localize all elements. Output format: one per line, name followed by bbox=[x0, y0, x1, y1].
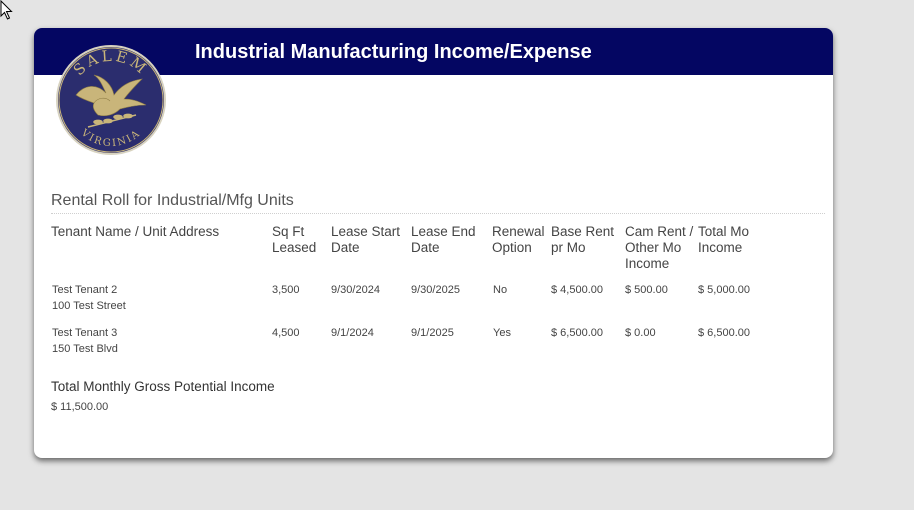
column-header-tenant: Tenant Name / Unit Address bbox=[51, 224, 220, 239]
column-header-sqft: Sq Ft Leased bbox=[272, 224, 317, 255]
income-expense-card: Industrial Manufacturing Income/Expense … bbox=[34, 28, 833, 458]
rental-roll-heading: Rental Roll for Industrial/Mfg Units bbox=[51, 192, 294, 209]
tenant-name: Test Tenant 3 bbox=[52, 327, 118, 339]
column-header-renewal: Renewal Option bbox=[492, 224, 545, 255]
renewal-cell: Yes bbox=[493, 327, 511, 339]
tenant-address: 100 Test Street bbox=[52, 300, 126, 312]
column-header-cam-rent: Cam Rent / Other Mo Income bbox=[625, 224, 694, 271]
total-mo-cell: $ 6,500.00 bbox=[698, 327, 750, 339]
base-rent-cell: $ 6,500.00 bbox=[551, 327, 603, 339]
column-header-lease-end: Lease End Date bbox=[411, 224, 476, 255]
tenant-address: 150 Test Blvd bbox=[52, 343, 118, 355]
total-income-label: Total Monthly Gross Potential Income bbox=[51, 379, 275, 394]
total-income-value: $ 11,500.00 bbox=[51, 401, 109, 413]
tenant-cell: Test Tenant 3 150 Test Blvd bbox=[52, 325, 118, 357]
sqft-cell: 4,500 bbox=[272, 327, 300, 339]
base-rent-cell: $ 4,500.00 bbox=[551, 284, 603, 296]
column-header-base-rent: Base Rent pr Mo bbox=[551, 224, 615, 255]
total-mo-cell: $ 5,000.00 bbox=[698, 284, 750, 296]
salem-virginia-seal-icon: SALEM VIRGINIA bbox=[56, 45, 166, 155]
section-divider bbox=[51, 213, 825, 214]
cam-rent-cell: $ 500.00 bbox=[625, 284, 668, 296]
column-header-total-mo: Total Mo Income bbox=[698, 224, 750, 255]
page-title: Industrial Manufacturing Income/Expense bbox=[195, 41, 592, 63]
tenant-name: Test Tenant 2 bbox=[52, 284, 118, 296]
sqft-cell: 3,500 bbox=[272, 284, 300, 296]
column-header-lease-start: Lease Start Date bbox=[331, 224, 401, 255]
lease-start-cell: 9/30/2024 bbox=[331, 284, 380, 296]
renewal-cell: No bbox=[493, 284, 508, 296]
mouse-pointer-icon bbox=[0, 0, 13, 20]
lease-start-cell: 9/1/2024 bbox=[331, 327, 374, 339]
cam-rent-cell: $ 0.00 bbox=[625, 327, 656, 339]
tenant-cell: Test Tenant 2 100 Test Street bbox=[52, 282, 126, 314]
lease-end-cell: 9/1/2025 bbox=[411, 327, 454, 339]
lease-end-cell: 9/30/2025 bbox=[411, 284, 460, 296]
